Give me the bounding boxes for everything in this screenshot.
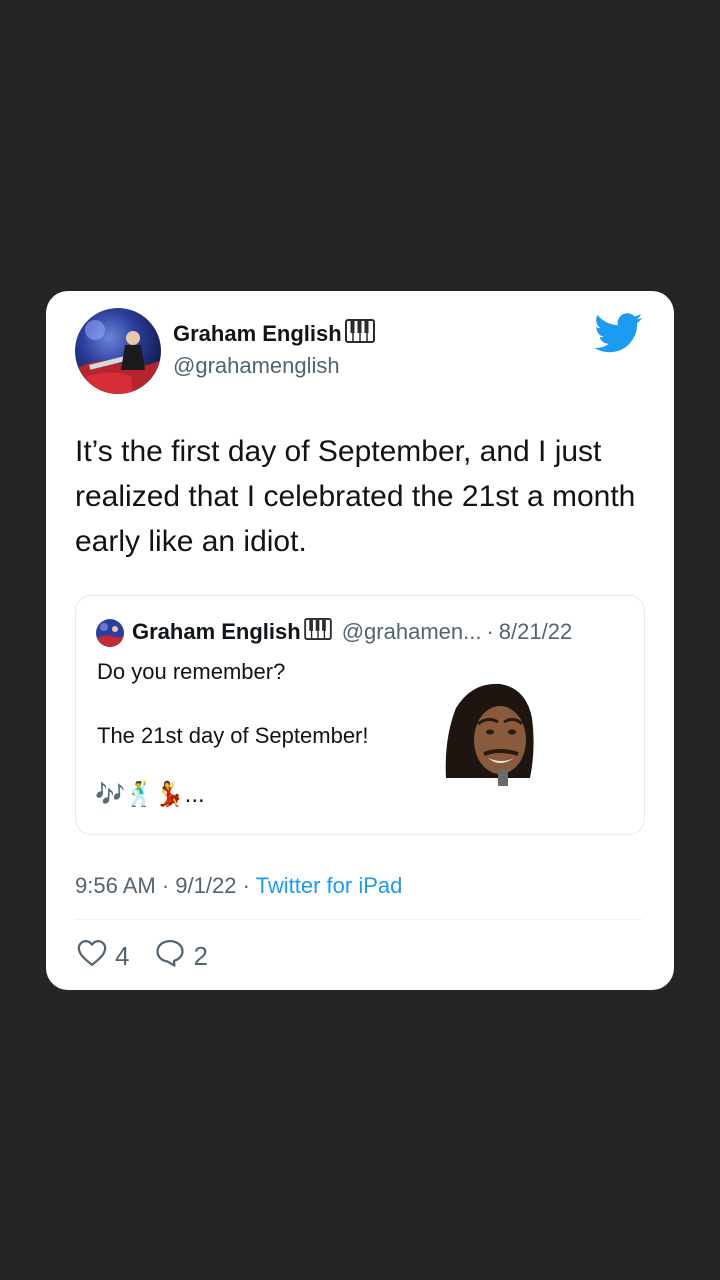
piano-keys-icon: [344, 319, 375, 349]
quoted-media-thumbnail[interactable]: [442, 678, 536, 786]
tweet-date[interactable]: 9/1/22: [175, 873, 236, 898]
divider: [75, 919, 643, 920]
tweet-time[interactable]: 9:56 AM: [75, 873, 156, 898]
quoted-text-line-1: Do you remember?: [97, 659, 286, 684]
quoted-author-avatar[interactable]: [96, 619, 124, 647]
quoted-header: Graham English @grahamen... · 8/21/22: [132, 618, 572, 646]
meta-separator: ·: [242, 873, 250, 898]
quoted-tweet[interactable]: Graham English @grahamen... · 8/21/22 Do…: [75, 595, 645, 835]
quoted-author-name[interactable]: Graham English: [132, 619, 301, 645]
piano-keys-icon: [303, 618, 332, 646]
quoted-text-line-2: The 21st day of September!: [97, 723, 369, 748]
author-avatar[interactable]: [75, 308, 161, 394]
tweet-text: It’s the first day of September, and I j…: [75, 435, 636, 558]
quoted-date[interactable]: 8/21/22: [499, 619, 572, 645]
quoted-author-handle[interactable]: @grahamen...: [342, 619, 482, 645]
quoted-separator: ·: [486, 619, 494, 644]
author-name[interactable]: Graham English: [173, 321, 342, 347]
reply-count: 2: [193, 941, 208, 971]
speech-bubble-icon[interactable]: [155, 939, 185, 974]
author-handle[interactable]: @grahamenglish: [173, 353, 340, 379]
quoted-emoji-line: 🎶🕺💃...: [95, 781, 205, 808]
tweet-card: Graham English @grahamenglish It’s the f…: [46, 291, 674, 990]
tweet-metadata: 9:56 AM · 9/1/22 · Twitter for iPad: [75, 873, 402, 899]
twitter-bird-icon: [594, 313, 643, 358]
author-name-row[interactable]: Graham English: [173, 319, 375, 349]
like-count: 4: [115, 941, 130, 971]
meta-separator: ·: [161, 873, 170, 898]
heart-outline-icon[interactable]: [77, 939, 107, 974]
action-bar: 4 2: [77, 939, 234, 974]
tweet-source-link[interactable]: Twitter for iPad: [256, 873, 403, 898]
